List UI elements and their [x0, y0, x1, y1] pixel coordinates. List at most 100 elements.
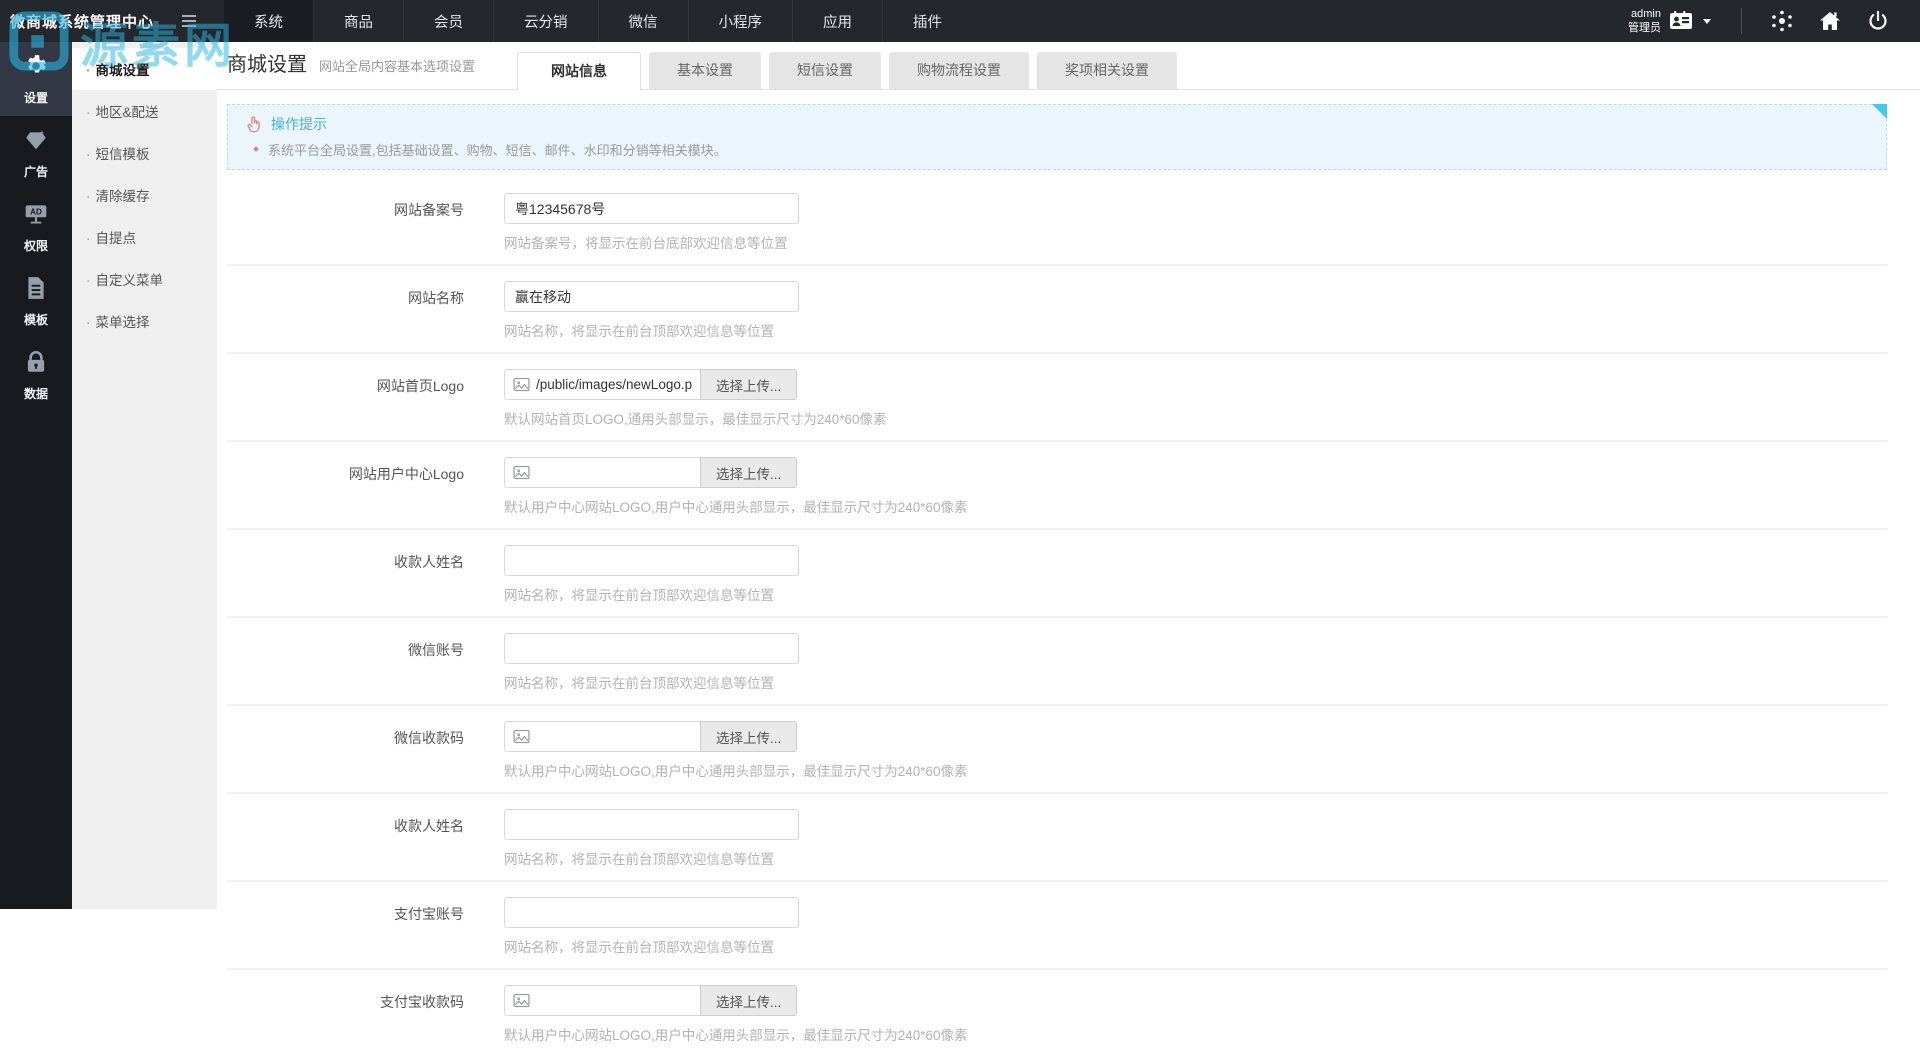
tab-site-info[interactable]: 网站信息 [517, 52, 641, 90]
home-logo-upload: /public/images/newLogo.pn 选择上传... [504, 369, 887, 400]
upload-filename-box[interactable] [504, 721, 700, 752]
image-icon [513, 465, 530, 480]
tab-prize-settings[interactable]: 奖项相关设置 [1037, 52, 1177, 89]
field-hint: 默认网站首页LOGO,通用头部显示，最佳显示尺寸为240*60像素 [504, 408, 887, 428]
tab-shopping-flow[interactable]: 购物流程设置 [889, 52, 1029, 89]
form-row-alipay-qr: 支付宝收款码 选择上传... 默认用户中心网站LOGO,用户中心通用头部显示，最… [227, 970, 1887, 1056]
document-icon [23, 275, 49, 306]
power-icon[interactable] [1866, 9, 1890, 33]
upload-button[interactable]: 选择上传... [700, 721, 797, 752]
field-label: 微信账号 [227, 633, 464, 692]
diamond-icon [23, 127, 49, 158]
user-role: 管理员 [1628, 21, 1661, 35]
sidebar-item-permissions[interactable]: AD 权限 [0, 190, 72, 264]
icp-number-input[interactable] [504, 193, 799, 224]
alipay-qr-upload: 选择上传... [504, 985, 968, 1016]
nav-item-members[interactable]: 会员 [403, 0, 493, 42]
user-name: admin [1628, 7, 1661, 21]
corner-fold-icon [1872, 104, 1887, 119]
wechat-qr-upload: 选择上传... [504, 721, 968, 752]
form-row-usercenter-logo: 网站用户中心Logo 选择上传... 默认用户中心网站LOGO,用户中心通用头部… [227, 442, 1887, 530]
page-subtitle: 网站全局内容基本选项设置 [319, 56, 475, 75]
sidebar-item-label: 设置 [24, 89, 48, 106]
upload-filename-box[interactable] [504, 457, 700, 488]
chevron-down-icon [1703, 19, 1711, 24]
nav-item-miniprogram[interactable]: 小程序 [688, 0, 793, 42]
form-row-icp: 网站备案号 网站备案号，将显示在前台底部欢迎信息等位置 [227, 178, 1887, 266]
home-icon[interactable] [1818, 9, 1842, 33]
form-row-site-name: 网站名称 网站名称，将显示在前台顶部欢迎信息等位置 [227, 266, 1887, 354]
submenu-item-pickup-point[interactable]: 自提点 [72, 216, 217, 258]
alipay-account-input[interactable] [504, 897, 799, 928]
wechat-account-input[interactable] [504, 633, 799, 664]
payee-name-input[interactable] [504, 545, 799, 576]
upload-filename-box[interactable]: /public/images/newLogo.pn [504, 369, 700, 400]
form-row-home-logo: 网站首页Logo /public/images/newLogo.pn 选择上传.… [227, 354, 1887, 442]
menu-toggle-icon[interactable] [168, 0, 210, 42]
ad-board-icon: AD [23, 201, 49, 232]
submenu-item-clear-cache[interactable]: 清除缓存 [72, 174, 217, 216]
sidebar-item-data[interactable]: 数据 [0, 338, 72, 412]
upload-filename-box[interactable] [504, 985, 700, 1016]
tab-bar: 网站信息 基本设置 短信设置 购物流程设置 奖项相关设置 [517, 52, 1177, 89]
site-name-input[interactable] [504, 281, 799, 312]
upload-filename: /public/images/newLogo.pn [536, 377, 692, 392]
field-hint: 网站名称，将显示在前台顶部欢迎信息等位置 [504, 936, 799, 956]
upload-button[interactable]: 选择上传... [700, 985, 797, 1016]
lock-icon [23, 349, 49, 380]
field-hint: 网站名称，将显示在前台顶部欢迎信息等位置 [504, 584, 799, 604]
top-right-toolbar: admin 管理员 [1628, 0, 1920, 42]
page-header: 商城设置 网站全局内容基本选项设置 网站信息 基本设置 短信设置 购物流程设置 … [217, 42, 1920, 90]
network-icon[interactable] [1770, 9, 1794, 33]
sidebar-item-settings[interactable]: 设置 [0, 42, 72, 116]
field-label: 收款人姓名 [227, 545, 464, 604]
nav-item-goods[interactable]: 商品 [313, 0, 403, 42]
field-hint: 网站名称，将显示在前台顶部欢迎信息等位置 [504, 848, 799, 868]
field-label: 支付宝收款码 [227, 985, 464, 1044]
form-row-payee-name: 收款人姓名 网站名称，将显示在前台顶部欢迎信息等位置 [227, 530, 1887, 618]
gear-icon [23, 53, 49, 84]
icon-sidebar: 设置 广告 AD 权限 模板 数据 [0, 42, 72, 909]
user-info: admin 管理员 [1628, 7, 1661, 36]
submenu-item-region-delivery[interactable]: 地区&配送 [72, 90, 217, 132]
sidebar-item-ads[interactable]: 广告 [0, 116, 72, 190]
notice-text: 系统平台全局设置,包括基础设置、购物、短信、邮件、水印和分销等相关模块。 [244, 140, 1870, 159]
field-hint: 网站名称，将显示在前台顶部欢迎信息等位置 [504, 672, 799, 692]
field-hint: 网站名称，将显示在前台顶部欢迎信息等位置 [504, 320, 799, 340]
nav-item-system[interactable]: 系统 [224, 0, 313, 42]
field-hint: 默认用户中心网站LOGO,用户中心通用头部显示，最佳显示尺寸为240*60像素 [504, 496, 968, 516]
field-hint: 网站备案号，将显示在前台底部欢迎信息等位置 [504, 232, 799, 252]
field-hint: 默认用户中心网站LOGO,用户中心通用头部显示，最佳显示尺寸为240*60像素 [504, 1024, 968, 1044]
submenu-item-custom-menu[interactable]: 自定义菜单 [72, 258, 217, 300]
user-menu[interactable]: admin 管理员 [1628, 7, 1725, 36]
field-label: 网站备案号 [227, 193, 464, 252]
upload-button[interactable]: 选择上传... [700, 457, 797, 488]
app-title: 微商城系统管理中心 [0, 0, 168, 42]
nav-item-apps[interactable]: 应用 [792, 0, 882, 42]
user-center-logo-upload: 选择上传... [504, 457, 968, 488]
tab-sms-settings[interactable]: 短信设置 [769, 52, 881, 89]
image-icon [513, 729, 530, 744]
upload-button[interactable]: 选择上传... [700, 369, 797, 400]
field-label: 网站首页Logo [227, 369, 464, 428]
top-nav: 系统 商品 会员 云分销 微信 小程序 应用 插件 [224, 0, 972, 42]
sidebar-item-label: 模板 [24, 311, 48, 328]
sidebar-item-templates[interactable]: 模板 [0, 264, 72, 338]
top-bar: 微商城系统管理中心 系统 商品 会员 云分销 微信 小程序 应用 插件 admi… [0, 0, 1920, 42]
submenu-item-shop-settings[interactable]: 商城设置 [72, 48, 217, 90]
submenu-item-menu-select[interactable]: 菜单选择 [72, 300, 217, 342]
payee-name-2-input[interactable] [504, 809, 799, 840]
settings-form: 网站备案号 网站备案号，将显示在前台底部欢迎信息等位置 网站名称 网站名称，将显… [227, 178, 1887, 1056]
page-title: 商城设置 [227, 48, 307, 77]
form-row-alipay-account: 支付宝账号 网站名称，将显示在前台顶部欢迎信息等位置 [227, 882, 1887, 970]
nav-item-plugins[interactable]: 插件 [882, 0, 972, 42]
secondary-sidebar: 商城设置 地区&配送 短信模板 清除缓存 自提点 自定义菜单 菜单选择 [72, 42, 217, 909]
form-row-wechat-qr: 微信收款码 选择上传... 默认用户中心网站LOGO,用户中心通用头部显示，最佳… [227, 706, 1887, 794]
id-card-icon [1669, 9, 1693, 33]
submenu-item-sms-template[interactable]: 短信模板 [72, 132, 217, 174]
svg-text:AD: AD [30, 207, 42, 216]
tab-basic-settings[interactable]: 基本设置 [649, 52, 761, 89]
nav-item-distribution[interactable]: 云分销 [493, 0, 598, 42]
main-content: 商城设置 网站全局内容基本选项设置 网站信息 基本设置 短信设置 购物流程设置 … [217, 42, 1920, 909]
nav-item-wechat[interactable]: 微信 [598, 0, 688, 42]
